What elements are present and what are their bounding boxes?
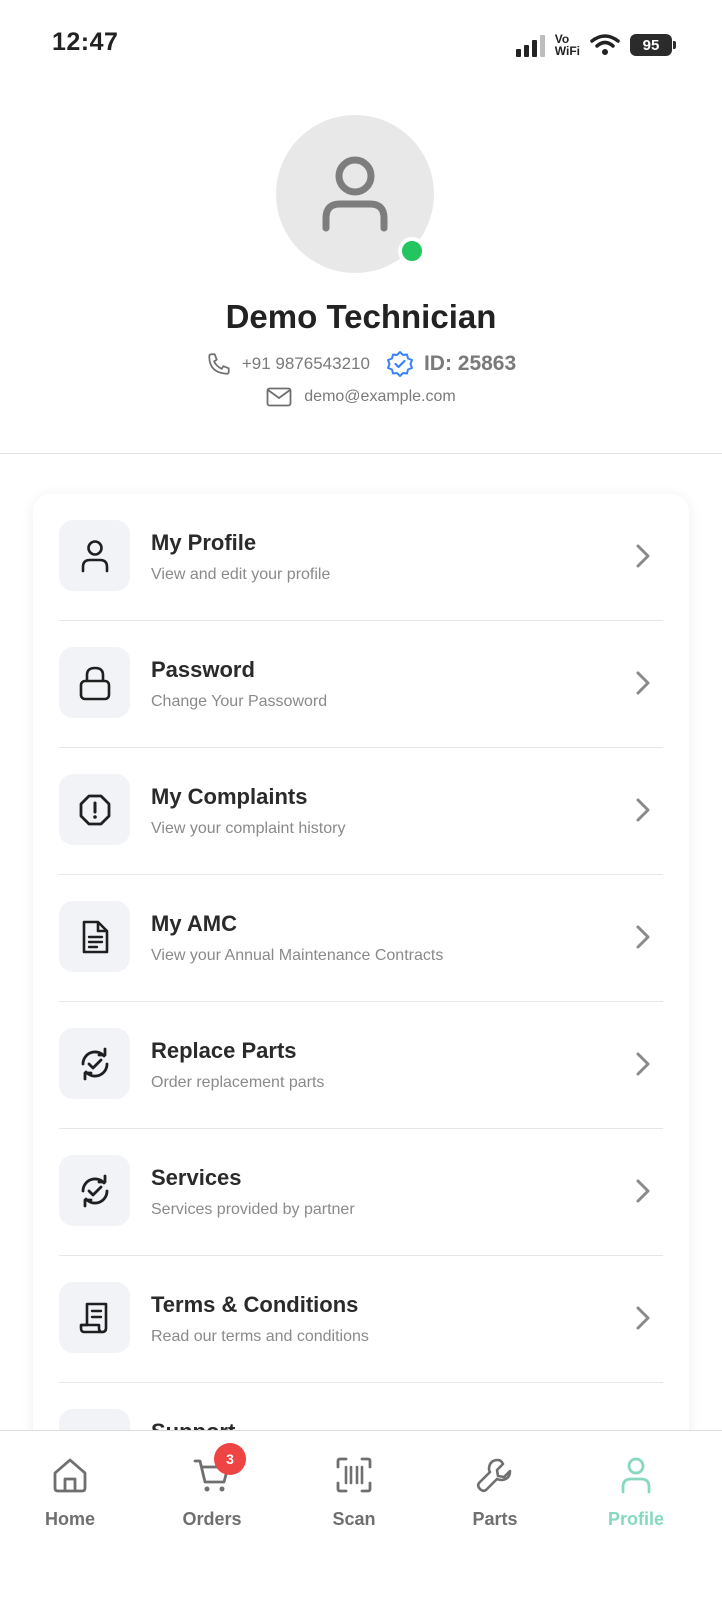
chevron-right-icon	[636, 798, 650, 822]
online-status-dot	[398, 237, 426, 265]
chevron-right-icon	[636, 1179, 650, 1203]
menu-item-subtitle: Read our terms and conditions	[151, 1328, 369, 1345]
battery-icon: 95	[630, 34, 676, 56]
refresh-check-icon	[81, 1174, 108, 1207]
status-time: 12:47	[52, 28, 119, 56]
nav-item-profile[interactable]: Profile	[576, 1453, 696, 1530]
chevron-right-icon	[636, 1052, 650, 1076]
avatar[interactable]	[276, 115, 434, 273]
nav-label: Orders	[182, 1509, 242, 1529]
nav-label: Profile	[607, 1509, 664, 1529]
nav-label: Parts	[472, 1509, 518, 1529]
menu-item-title: My Profile	[151, 530, 257, 555]
phone-number: +91 9876543210	[241, 354, 370, 373]
receipt-icon	[79, 1302, 107, 1333]
menu-item-title: My AMC	[151, 911, 237, 936]
contact-row: +91 9876543210 ID: 25863	[0, 350, 722, 378]
menu-icon-box	[59, 1028, 130, 1099]
wifi-icon	[590, 34, 620, 55]
menu-item-my-profile[interactable]: My Profile View and edit your profile	[33, 494, 689, 621]
menu-item-subtitle: View your complaint history	[151, 820, 346, 837]
scan-icon	[336, 1457, 372, 1493]
menu-item-title: Replace Parts	[151, 1038, 297, 1063]
orders-count-badge: 3	[214, 1443, 246, 1475]
menu-item-subtitle: Services provided by partner	[151, 1201, 355, 1218]
verified-badge-icon	[386, 351, 413, 377]
menu-item-password[interactable]: Password Change Your Passoword	[33, 621, 689, 748]
bottom-navigation: Home 3 Orders Scan Parts Profile	[0, 1430, 722, 1600]
vowifi-line2: WiFi	[554, 44, 580, 58]
chevron-right-icon	[636, 544, 650, 568]
refresh-check-icon	[81, 1047, 108, 1080]
menu-icon-box	[59, 520, 130, 591]
mail-icon	[266, 387, 292, 407]
menu-item-title: Terms & Conditions	[151, 1292, 359, 1317]
email-text: demo@example.com	[304, 388, 456, 405]
menu-item-my-amc[interactable]: My AMC View your Annual Maintenance Cont…	[33, 875, 689, 1002]
nav-item-parts[interactable]: Parts	[435, 1453, 555, 1530]
menu-icon-box	[59, 901, 130, 972]
menu-icon-box	[59, 1155, 130, 1226]
menu-item-my-complaints[interactable]: My Complaints View your complaint histor…	[33, 748, 689, 875]
settings-menu: My Profile View and edit your profile Pa…	[33, 494, 689, 1454]
menu-item-replace-parts[interactable]: Replace Parts Order replacement parts	[33, 1002, 689, 1129]
menu-item-subtitle: Order replacement parts	[151, 1074, 325, 1091]
menu-item-subtitle: View your Annual Maintenance Contracts	[151, 947, 444, 964]
user-name: Demo Technician	[225, 298, 497, 335]
phone-icon	[208, 353, 230, 375]
email-row: demo@example.com	[0, 387, 722, 407]
menu-item-subtitle: Change Your Passoword	[151, 693, 328, 710]
menu-item-subtitle: View and edit your profile	[151, 566, 331, 583]
nav-label: Scan	[332, 1509, 376, 1529]
menu-item-title: Services	[151, 1165, 242, 1190]
wrench-icon	[476, 1458, 512, 1493]
nav-item-orders[interactable]: 3 Orders	[152, 1443, 272, 1530]
menu-item-title: My Complaints	[151, 784, 308, 809]
chevron-right-icon	[636, 671, 650, 695]
menu-item-terms-conditions[interactable]: Terms & Conditions Read our terms and co…	[33, 1256, 689, 1383]
vowifi-indicator: Vo WiFi	[555, 33, 580, 57]
technician-id: ID: 25863	[423, 352, 517, 375]
document-icon	[82, 920, 108, 953]
user-icon	[81, 539, 108, 572]
menu-icon-box	[59, 647, 130, 718]
nav-item-scan[interactable]: Scan	[294, 1453, 414, 1530]
status-bar: 12:47 Vo WiFi 95	[0, 0, 722, 90]
status-icons: Vo WiFi 95	[515, 28, 676, 62]
menu-icon-box	[59, 774, 130, 845]
user-icon	[621, 1457, 651, 1494]
lock-icon	[79, 666, 110, 700]
signal-icon	[515, 33, 545, 57]
header-divider	[0, 453, 722, 454]
menu-item-title: Password	[151, 657, 255, 682]
menu-item-services[interactable]: Services Services provided by partner	[33, 1129, 689, 1256]
nav-item-home[interactable]: Home	[10, 1453, 130, 1530]
chevron-right-icon	[636, 1306, 650, 1330]
home-icon	[53, 1458, 87, 1493]
chevron-right-icon	[636, 925, 650, 949]
menu-icon-box	[59, 1282, 130, 1353]
alert-octagon-icon	[79, 794, 110, 825]
nav-label: Home	[44, 1509, 95, 1529]
user-avatar-icon	[322, 156, 388, 232]
